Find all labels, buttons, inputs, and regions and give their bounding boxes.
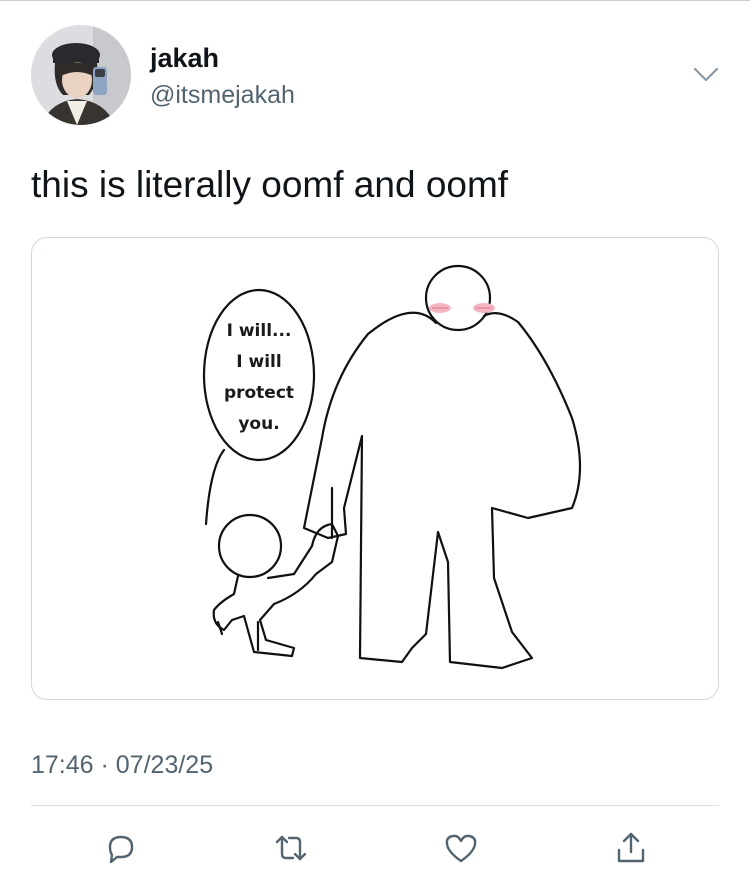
speech-line: I will...	[226, 321, 292, 341]
speech-line: protect	[223, 383, 295, 403]
author-display-name[interactable]: jakah	[150, 42, 219, 74]
tweet-time: 17:46	[31, 751, 94, 779]
reply-icon	[108, 835, 134, 864]
avatar[interactable]	[31, 25, 131, 125]
divider	[31, 805, 719, 806]
tweet-date: 07/23/25	[115, 751, 214, 779]
tweet-media[interactable]: I will... I will protect you.	[31, 237, 719, 700]
speech-line: I will	[236, 352, 282, 372]
small-figure-body	[212, 522, 340, 658]
speech-line: you.	[238, 414, 280, 434]
tweet-text: this is literally oomf and oomf	[31, 164, 509, 205]
large-figure-head	[424, 264, 492, 332]
small-figure-head	[217, 513, 283, 579]
reply-button[interactable]	[102, 830, 138, 866]
meme-illustration	[202, 264, 582, 670]
heart-icon	[445, 834, 477, 863]
timestamp-separator: ·	[93, 751, 116, 779]
speech-bubble-text: I will... I will protect you.	[209, 316, 309, 440]
author-username[interactable]: @itsmejakah	[150, 80, 295, 110]
retweet-icon	[275, 835, 307, 861]
large-figure-body	[302, 311, 582, 670]
share-icon	[617, 832, 645, 863]
tweet-timestamp[interactable]: 17:46 · 07/23/25	[31, 750, 213, 780]
top-divider	[0, 0, 750, 1]
like-button[interactable]	[443, 830, 479, 866]
avatar-image	[31, 25, 131, 125]
share-button[interactable]	[613, 830, 649, 866]
retweet-button[interactable]	[273, 830, 309, 866]
chevron-down-icon[interactable]	[692, 62, 720, 86]
